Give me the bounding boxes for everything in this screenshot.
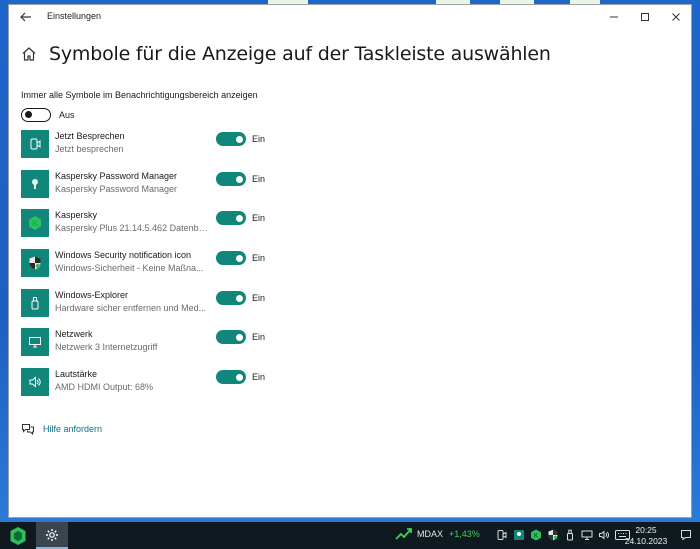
clock-date: 24.10.2023 bbox=[624, 536, 668, 546]
volume-icon bbox=[21, 368, 49, 396]
svg-text:K: K bbox=[32, 219, 38, 228]
kaspersky-taskbar-button[interactable] bbox=[4, 524, 32, 547]
list-item-jetzt-besprechen: Jetzt Besprechen Jetzt besprechen Ein bbox=[21, 130, 301, 160]
item-name: Kaspersky bbox=[55, 210, 98, 220]
kaspersky-icon bbox=[10, 526, 26, 545]
list-item-lautstaerke: Lautstärke AMD HDMI Output: 68% Ein bbox=[21, 368, 301, 398]
toggle-knob bbox=[236, 254, 243, 262]
maximize-button[interactable] bbox=[629, 5, 660, 29]
windows-security-icon bbox=[21, 249, 49, 277]
back-arrow-icon bbox=[20, 12, 31, 22]
list-item-kaspersky: K Kaspersky Kaspersky Plus 21.14.5.462 D… bbox=[21, 209, 301, 239]
item-state: Ein bbox=[252, 174, 266, 184]
item-name: Lautstärke bbox=[55, 369, 98, 379]
toggle-knob bbox=[236, 135, 243, 143]
toggle-knob bbox=[236, 373, 243, 381]
item-state: Ein bbox=[252, 253, 266, 263]
usb-drive-tray-icon[interactable] bbox=[563, 528, 577, 542]
show-all-icons-state: Aus bbox=[59, 110, 75, 120]
item-name: Kaspersky Password Manager bbox=[55, 171, 178, 181]
help-section: Hilfe anfordern bbox=[21, 423, 102, 435]
clock[interactable]: 20:25 24.10.2023 bbox=[624, 525, 668, 547]
back-button[interactable] bbox=[15, 7, 37, 27]
list-item-windows-security: Windows Security notification icon Windo… bbox=[21, 249, 301, 279]
page-header: Symbole für die Anzeige auf der Taskleis… bbox=[21, 43, 551, 65]
item-description: Windows-Sicherheit - Keine Maßna... bbox=[55, 263, 204, 273]
item-name: Windows Security notification icon bbox=[55, 250, 192, 260]
toggle-knob bbox=[236, 175, 243, 183]
windows-security-tray-icon[interactable] bbox=[546, 528, 560, 542]
system-tray: K bbox=[495, 528, 633, 542]
show-all-icons-toggle[interactable] bbox=[21, 108, 51, 122]
settings-taskbar-button[interactable] bbox=[36, 522, 68, 549]
password-manager-icon bbox=[21, 170, 49, 198]
network-icon bbox=[21, 328, 49, 356]
home-icon[interactable] bbox=[21, 46, 37, 62]
toggle-knob bbox=[236, 294, 243, 302]
item-toggle[interactable] bbox=[216, 132, 246, 146]
network-tray-icon[interactable] bbox=[580, 528, 594, 542]
stock-widget[interactable]: MDAX +1,43% bbox=[395, 527, 480, 541]
item-state: Ein bbox=[252, 213, 266, 223]
close-button[interactable] bbox=[660, 5, 691, 29]
item-state: Ein bbox=[252, 134, 266, 144]
item-toggle[interactable] bbox=[216, 211, 246, 225]
window-title: Einstellungen bbox=[47, 11, 102, 21]
item-toggle[interactable] bbox=[216, 330, 246, 344]
title-bar: Einstellungen bbox=[9, 5, 691, 29]
help-link[interactable]: Hilfe anfordern bbox=[43, 424, 102, 434]
notification-center-icon[interactable] bbox=[680, 529, 692, 541]
meet-now-icon bbox=[21, 130, 49, 158]
chat-help-icon bbox=[22, 424, 34, 435]
gear-icon bbox=[46, 528, 58, 541]
maximize-icon bbox=[640, 13, 649, 21]
item-description: Jetzt besprechen bbox=[55, 144, 124, 154]
item-description: Netzwerk 3 Internetzugriff bbox=[55, 342, 158, 352]
show-all-icons-label: Immer alle Symbole im Benachrichtigungsb… bbox=[21, 90, 258, 100]
stock-change: +1,43% bbox=[449, 529, 480, 539]
item-toggle[interactable] bbox=[216, 251, 246, 265]
item-toggle[interactable] bbox=[216, 172, 246, 186]
minimize-icon bbox=[609, 16, 618, 18]
list-item-windows-explorer: Windows-Explorer Hardware sicher entfern… bbox=[21, 289, 301, 319]
kaspersky-tray-icon[interactable]: K bbox=[529, 528, 543, 542]
item-state: Ein bbox=[252, 293, 266, 303]
list-item-kaspersky-password-manager: Kaspersky Password Manager Kaspersky Pas… bbox=[21, 170, 301, 200]
item-state: Ein bbox=[252, 332, 266, 342]
window-controls bbox=[598, 5, 691, 29]
toggle-knob bbox=[25, 111, 32, 118]
trend-up-icon bbox=[395, 528, 412, 540]
stock-name: MDAX bbox=[417, 529, 444, 539]
svg-text:K: K bbox=[534, 534, 539, 540]
list-item-netzwerk: Netzwerk Netzwerk 3 Internetzugriff Ein bbox=[21, 328, 301, 358]
volume-tray-icon[interactable] bbox=[597, 528, 611, 542]
clock-time: 20:25 bbox=[635, 525, 657, 535]
kaspersky-icon: K bbox=[21, 209, 49, 237]
item-toggle[interactable] bbox=[216, 370, 246, 384]
minimize-button[interactable] bbox=[598, 5, 629, 29]
toggle-knob bbox=[236, 333, 243, 341]
taskbar: MDAX +1,43% K 20:25 24.10.2023 bbox=[0, 522, 700, 549]
item-state: Ein bbox=[252, 372, 266, 382]
usb-drive-icon bbox=[21, 289, 49, 317]
password-manager-tray-icon[interactable] bbox=[512, 528, 526, 542]
item-toggle[interactable] bbox=[216, 291, 246, 305]
item-description: Hardware sicher entfernen und Med... bbox=[55, 303, 207, 313]
meet-now-tray-icon[interactable] bbox=[495, 528, 509, 542]
settings-window: Einstellungen Symbole für die Anzeige au… bbox=[8, 4, 692, 518]
item-description: Kaspersky Plus 21.14.5.462 Datenba... bbox=[55, 223, 210, 233]
item-name: Netzwerk bbox=[55, 329, 93, 339]
close-icon bbox=[671, 13, 680, 21]
item-name: Jetzt Besprechen bbox=[55, 131, 125, 141]
item-name: Windows-Explorer bbox=[55, 290, 129, 300]
toggle-knob bbox=[236, 214, 243, 222]
item-description: AMD HDMI Output: 68% bbox=[55, 382, 154, 392]
item-description: Kaspersky Password Manager bbox=[55, 184, 178, 194]
page-title: Symbole für die Anzeige auf der Taskleis… bbox=[49, 43, 551, 65]
